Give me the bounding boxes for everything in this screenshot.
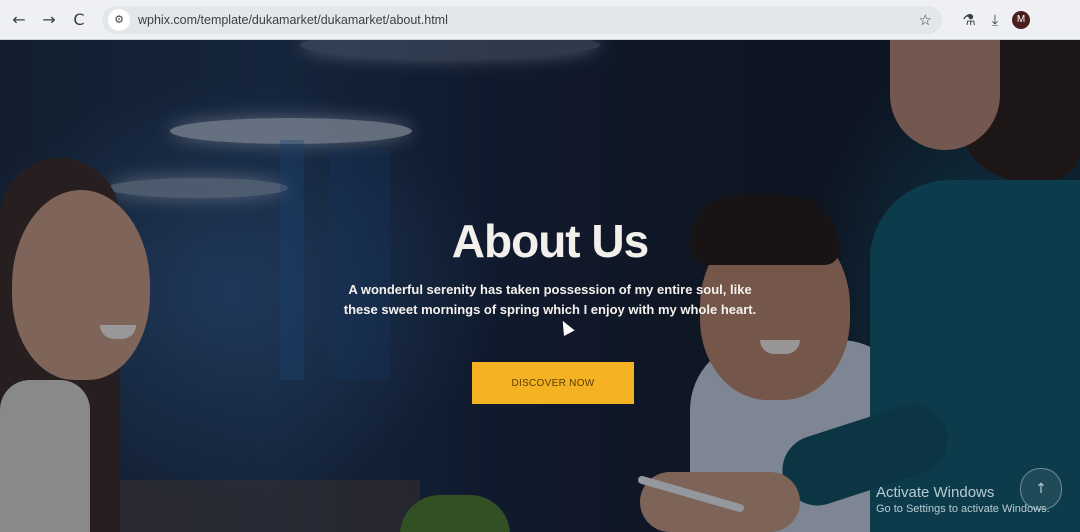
profile-avatar[interactable]: M — [1012, 10, 1030, 29]
page-title: About Us — [451, 215, 649, 267]
hero-content: About Us A wonderful serenity has taken … — [330, 218, 770, 320]
labs-flask-icon[interactable]: ⚗ — [956, 7, 982, 33]
about-hero-section: About Us A wonderful serenity has taken … — [0, 40, 1080, 532]
scroll-to-top-icon[interactable]: ↑ — [1020, 468, 1062, 510]
reload-icon[interactable]: C — [66, 7, 92, 33]
bookmark-star-icon[interactable]: ☆ — [919, 11, 932, 29]
forward-icon[interactable]: → — [36, 7, 62, 33]
download-icon[interactable]: ⤓ — [982, 7, 1008, 33]
hero-description: A wonderful serenity has taken possessio… — [343, 282, 757, 317]
discover-now-button[interactable]: DISCOVER NOW — [472, 362, 634, 404]
address-bar[interactable]: ⚙ wphix.com/template/dukamarket/dukamark… — [102, 5, 942, 34]
back-icon[interactable]: ← — [6, 7, 32, 33]
site-info-icon[interactable]: ⚙ — [108, 8, 130, 31]
browser-toolbar: ← → C ⚙ wphix.com/template/dukamarket/du… — [0, 0, 1080, 40]
toolbar-actions: ⚗ ⤓ M — [956, 7, 1030, 33]
watermark-subtitle: Go to Settings to activate Windows. — [876, 503, 1050, 515]
url-text[interactable]: wphix.com/template/dukamarket/dukamarket… — [138, 13, 448, 27]
